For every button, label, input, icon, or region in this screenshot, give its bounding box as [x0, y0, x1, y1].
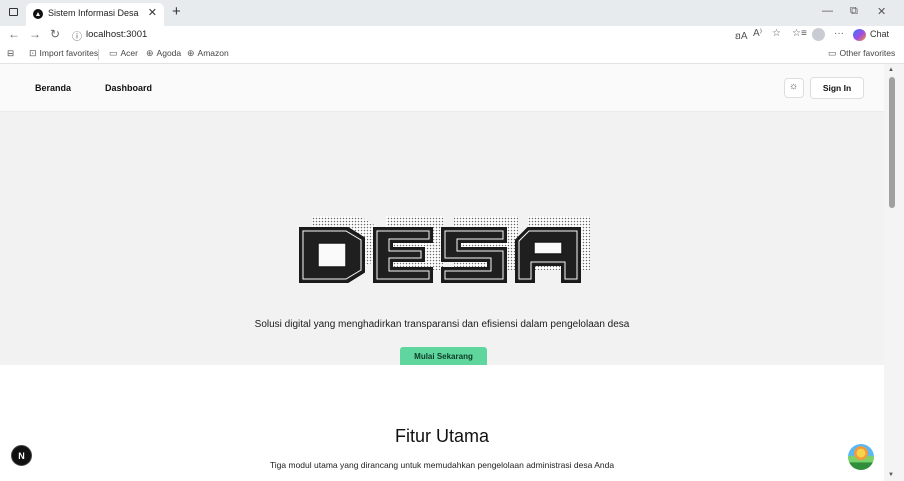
- folder-icon: ▭: [109, 48, 118, 58]
- tab-favicon: [33, 9, 43, 19]
- url-field[interactable]: ⓘ localhost:3001: [69, 27, 729, 44]
- address-bar: ← → ↻ ⓘ localhost:3001 ꞛA A⁾ ☆ ☆≡ ··· Ch…: [0, 26, 904, 45]
- scroll-down-icon[interactable]: ▼: [888, 472, 894, 478]
- bookmark-amazon[interactable]: ⊕ Amazon: [187, 48, 229, 59]
- forward-icon[interactable]: →: [29, 27, 41, 41]
- minimize-icon[interactable]: —: [822, 5, 833, 17]
- favorites-icon[interactable]: ☆≡: [792, 28, 807, 39]
- profile-icon[interactable]: [812, 28, 825, 41]
- plus-icon[interactable]: +: [172, 3, 181, 20]
- collections-icon[interactable]: ⊟: [7, 48, 14, 59]
- page-viewport: Beranda Dashboard ☼ Sign In Solusi digit…: [0, 64, 884, 481]
- info-icon[interactable]: ⓘ: [72, 28, 82, 43]
- import-icon: ⊡: [29, 48, 37, 58]
- assistant-avatar-icon[interactable]: [848, 444, 874, 470]
- site-navbar: Beranda Dashboard ☼ Sign In: [0, 64, 884, 112]
- read-aloud-icon[interactable]: A⁾: [753, 28, 762, 39]
- browser-tab-bar: Sistem Informasi Desa ✕ + — ⧉ ✕: [0, 0, 904, 26]
- nav-link-beranda[interactable]: Beranda: [35, 83, 71, 93]
- scroll-up-icon[interactable]: ▲: [888, 67, 894, 73]
- hero-section: Solusi digital yang menghadirkan transpa…: [0, 112, 884, 367]
- window-close-icon[interactable]: ✕: [877, 5, 886, 18]
- close-icon[interactable]: ✕: [148, 6, 157, 19]
- hero-tagline: Solusi digital yang menghadirkan transpa…: [254, 319, 630, 330]
- globe-icon: ⊕: [187, 48, 195, 58]
- features-subtitle: Tiga modul utama yang dirancang untuk me…: [269, 460, 615, 470]
- mulai-sekarang-button[interactable]: Mulai Sekarang: [400, 347, 487, 367]
- features-section: Fitur Utama Tiga modul utama yang diranc…: [0, 365, 884, 481]
- copilot-icon[interactable]: [853, 29, 866, 41]
- folder-icon: ▭: [828, 48, 837, 58]
- bookmark-acer[interactable]: ▭ Acer: [109, 48, 138, 59]
- bookmark-divider: [98, 49, 99, 60]
- bookmark-agoda[interactable]: ⊕ Agoda: [146, 48, 181, 59]
- back-icon[interactable]: ←: [8, 27, 20, 41]
- bookmark-other-favorites[interactable]: ▭ Other favorites: [828, 48, 895, 59]
- restore-icon[interactable]: ⧉: [850, 5, 858, 18]
- page-scrollbar[interactable]: ▲ ▼: [884, 64, 904, 481]
- chat-button[interactable]: Chat: [870, 29, 889, 39]
- window-icon[interactable]: [9, 8, 18, 16]
- dev-tools-badge[interactable]: N: [11, 445, 32, 466]
- bookmark-import[interactable]: ⊡ Import favorites: [29, 48, 98, 59]
- more-icon[interactable]: ···: [834, 28, 844, 39]
- bookmarks-bar: ⊟ ⊡ Import favorites ▭ Acer ⊕ Agoda ⊕ Amazon…: [0, 45, 904, 64]
- sign-in-button[interactable]: Sign In: [810, 77, 864, 99]
- tab-title: Sistem Informasi Desa: [48, 8, 139, 18]
- browser-tab[interactable]: Sistem Informasi Desa ✕: [26, 3, 164, 26]
- desa-logo: [299, 216, 590, 283]
- scrollbar-thumb[interactable]: [889, 77, 895, 208]
- translate-icon[interactable]: ꞛA: [735, 28, 748, 42]
- theme-toggle-button[interactable]: ☼: [784, 78, 804, 98]
- nav-link-dashboard[interactable]: Dashboard: [105, 83, 152, 93]
- refresh-icon[interactable]: ↻: [50, 27, 60, 41]
- star-icon[interactable]: ☆: [772, 28, 781, 39]
- features-title: Fitur Utama: [394, 426, 490, 446]
- url-text[interactable]: localhost:3001: [86, 29, 147, 40]
- sun-icon: ☼: [789, 81, 799, 92]
- globe-icon: ⊕: [146, 48, 154, 58]
